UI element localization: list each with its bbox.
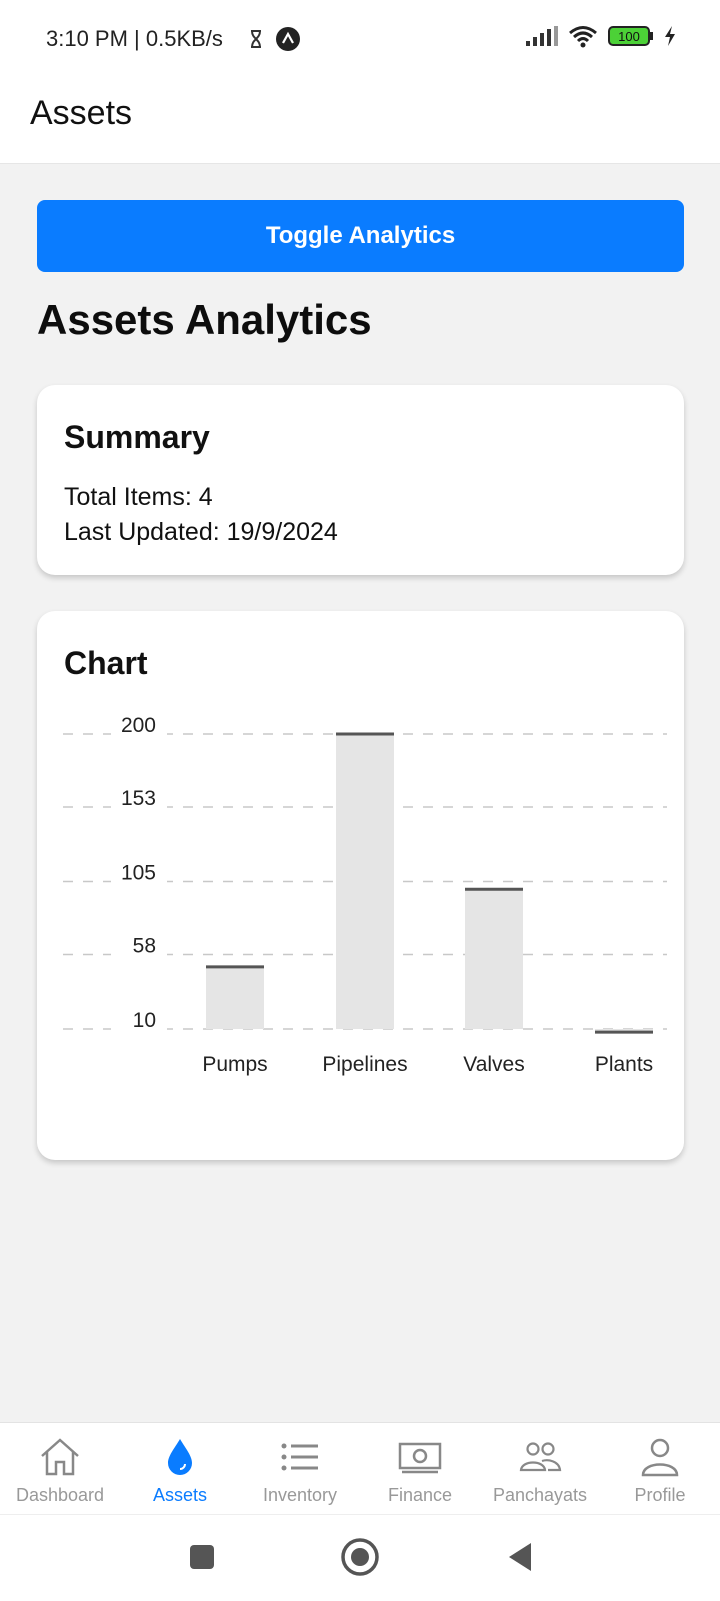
- chart-bar: [206, 966, 264, 1029]
- toggle-analytics-button[interactable]: Toggle Analytics: [37, 200, 684, 272]
- x-category-label: Pipelines: [322, 1053, 407, 1076]
- x-category-label: Pumps: [202, 1053, 267, 1076]
- nav-label-dashboard: Dashboard: [15, 1485, 105, 1505]
- list-icon: [281, 1443, 318, 1471]
- back-icon[interactable]: [505, 1541, 535, 1573]
- home-icon: [41, 1438, 79, 1476]
- page-title: Assets: [30, 94, 133, 132]
- status-time: 3:10 PM | 0.5KB/s: [46, 26, 223, 51]
- analytics-heading: Assets Analytics: [37, 296, 372, 343]
- nav-label-panchayats: Panchayats: [492, 1485, 588, 1505]
- y-tick-label: 153: [121, 787, 156, 810]
- wifi-icon: [569, 26, 597, 48]
- chart-bar: [465, 889, 523, 1029]
- summary-card: Summary Total Items: 4 Last Updated: 19/…: [37, 385, 684, 575]
- nav-label-profile: Profile: [634, 1485, 686, 1505]
- last-updated-text: Last Updated: 19/9/2024: [64, 518, 338, 546]
- x-category-label: Plants: [595, 1053, 653, 1076]
- recent-apps-icon[interactable]: [188, 1543, 216, 1571]
- nav-finance[interactable]: Finance: [360, 1423, 480, 1515]
- nav-profile[interactable]: Profile: [600, 1423, 720, 1515]
- chart-card: Chart 200 153 105 58 10 Pumps Pipelines Valves P…: [37, 611, 684, 1160]
- y-tick-label: 200: [121, 714, 156, 737]
- y-tick-label: 105: [121, 862, 156, 885]
- nav-dashboard[interactable]: Dashboard: [0, 1423, 120, 1515]
- nav-assets[interactable]: Assets: [120, 1423, 240, 1515]
- nav-inventory[interactable]: Inventory: [240, 1423, 360, 1515]
- home-circle-icon[interactable]: [340, 1537, 380, 1577]
- data-saver-icon: [251, 30, 261, 48]
- bottom-nav: Dashboard Assets Inventory Finance Panch…: [0, 1422, 720, 1515]
- charging-icon: [665, 26, 675, 46]
- status-bar: 3:10 PM | 0.5KB/s 100: [0, 0, 720, 80]
- y-tick-label: 58: [133, 934, 156, 957]
- nav-label-assets: Assets: [152, 1485, 208, 1505]
- chart-bar: [336, 734, 394, 1029]
- nav-label-finance: Finance: [387, 1485, 453, 1505]
- x-category-label: Valves: [463, 1053, 524, 1076]
- system-nav-bar: [0, 1514, 720, 1601]
- bar-chart: 200 153 105 58 10 Pumps Pipelines Valves Plants: [63, 714, 667, 1076]
- y-tick-label: 10: [133, 1009, 156, 1032]
- signal-icon: [526, 26, 558, 46]
- people-icon: [519, 1442, 562, 1472]
- total-items-text: Total Items: 4: [64, 483, 213, 511]
- svg-text:100: 100: [618, 29, 640, 44]
- battery-icon: 100: [608, 26, 653, 46]
- water-drop-icon: [168, 1439, 192, 1475]
- nav-label-inventory: Inventory: [262, 1485, 338, 1505]
- money-icon: [398, 1442, 442, 1474]
- nav-panchayats[interactable]: Panchayats: [480, 1423, 600, 1515]
- person-icon: [641, 1438, 679, 1477]
- app-bar: Assets: [0, 80, 720, 164]
- app-notification-icon: [276, 27, 300, 51]
- summary-title: Summary: [64, 419, 210, 455]
